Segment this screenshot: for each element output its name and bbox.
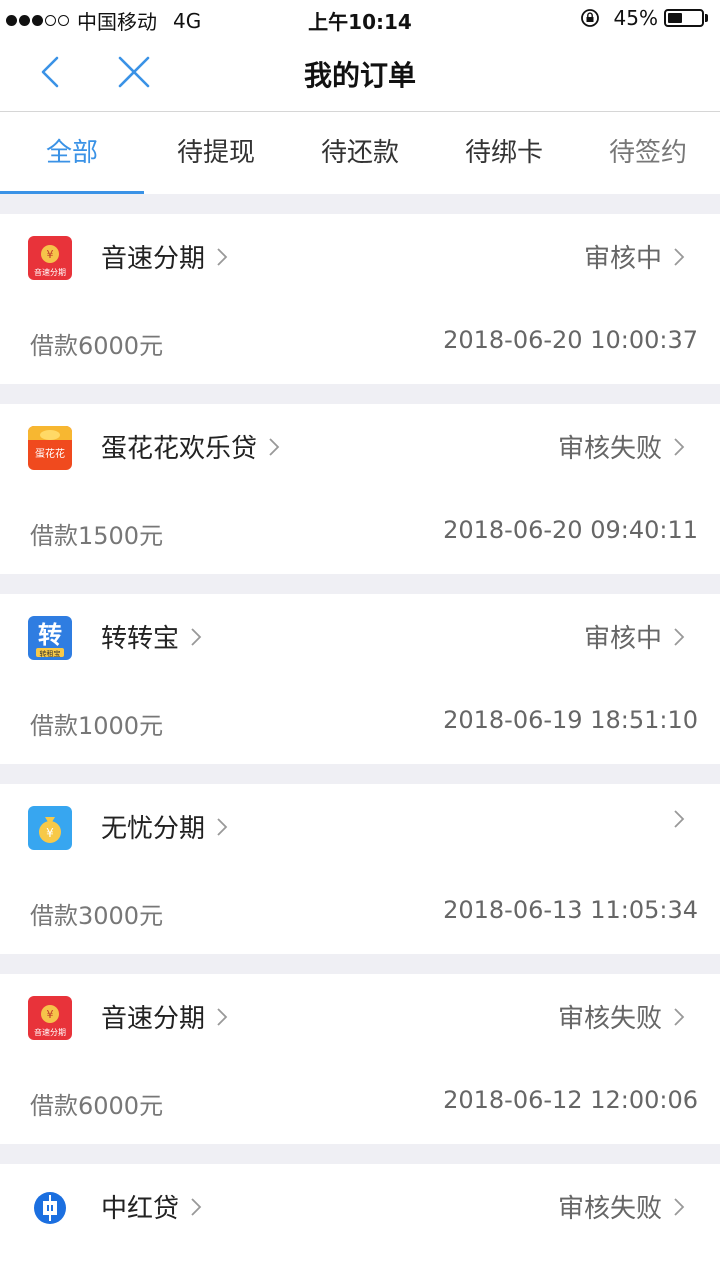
- svg-text:音速分期: 音速分期: [34, 1027, 66, 1037]
- order-date: 2018-06-20 09:40:11: [443, 516, 698, 544]
- order-status-link[interactable]: 审核中: [584, 238, 690, 275]
- zhonghongdai-logo-icon: [28, 1186, 72, 1230]
- page-title: 我的订单: [303, 59, 416, 92]
- yinsu-logo-icon: ¥ 音速分期: [28, 996, 72, 1040]
- chevron-right-icon: [674, 247, 685, 266]
- order-date: 2018-06-19 18:51:10: [443, 706, 698, 734]
- chevron-right-icon: [217, 817, 228, 836]
- tab-pending-repayment[interactable]: 待还款: [288, 112, 432, 194]
- loan-amount: 借款6000元: [30, 1092, 164, 1120]
- order-card[interactable]: 蛋花花 蛋花花欢乐贷 审核失败 借款1500元 2018-06-20 09:40…: [0, 404, 720, 574]
- tab-pending-withdrawal[interactable]: 待提现: [144, 112, 288, 194]
- svg-text:蛋花花: 蛋花花: [35, 447, 65, 460]
- svg-text:转: 转: [38, 621, 62, 649]
- chevron-right-icon: [217, 1007, 228, 1026]
- chevron-right-icon: [674, 1007, 685, 1026]
- order-card[interactable]: ¥ 音速分期 音速分期 审核失败 借款6000元 2018-06-12 12:0…: [0, 974, 720, 1144]
- chevron-right-icon: [191, 1197, 202, 1216]
- lender-name: 音速分期: [101, 1004, 206, 1034]
- order-card[interactable]: ¥ 音速分期 音速分期 审核中 借款6000元 2018-06-20 10:00…: [0, 214, 720, 384]
- order-status-link[interactable]: [662, 808, 690, 830]
- lender-name-link[interactable]: 蛋花花欢乐贷: [101, 428, 285, 465]
- order-date: 2018-06-20 10:00:37: [443, 326, 698, 354]
- battery-icon: [664, 9, 704, 27]
- lender-name: 转转宝: [101, 624, 180, 654]
- chevron-right-icon: [674, 1197, 685, 1216]
- tab-active-indicator: [0, 191, 144, 194]
- chevron-right-icon: [674, 810, 685, 828]
- orientation-lock-icon: [580, 9, 599, 27]
- svg-text:¥: ¥: [47, 248, 54, 261]
- lender-name-link[interactable]: 无忧分期: [101, 808, 233, 845]
- lender-name: 蛋花花欢乐贷: [101, 434, 258, 464]
- order-status: 审核中: [583, 244, 662, 274]
- tab-label: 待绑卡: [464, 138, 543, 168]
- order-card[interactable]: 转 转租宝 转转宝 审核中 借款1000元 2018-06-19 18:51:1…: [0, 594, 720, 764]
- yinsu-logo-icon: ¥ 音速分期: [28, 236, 72, 280]
- tab-pending-signing[interactable]: 待签约: [576, 112, 720, 194]
- lender-name: 无忧分期: [101, 814, 206, 844]
- order-date: 2018-06-13 11:05:34: [443, 896, 698, 924]
- lender-name-link[interactable]: 音速分期: [101, 998, 233, 1035]
- tab-label: 待提现: [176, 138, 255, 168]
- lender-name-link[interactable]: 音速分期: [101, 238, 233, 275]
- zhuanzhuanbao-logo-icon: 转 转租宝: [28, 616, 72, 660]
- svg-text:¥: ¥: [46, 826, 54, 840]
- order-card[interactable]: 中红贷 审核失败: [0, 1164, 720, 1280]
- order-status: 审核中: [583, 624, 662, 654]
- nav-bar: 我的订单: [0, 36, 720, 112]
- order-status-link[interactable]: 审核失败: [558, 1188, 690, 1225]
- tab-pending-card-binding[interactable]: 待绑卡: [432, 112, 576, 194]
- loan-amount: 借款1500元: [30, 522, 164, 550]
- svg-text:转租宝: 转租宝: [40, 649, 61, 658]
- chevron-right-icon: [674, 437, 685, 456]
- chevron-right-icon: [269, 437, 280, 456]
- loan-amount: 借款1000元: [30, 712, 164, 740]
- lender-name: 中红贷: [101, 1194, 180, 1224]
- danhuahua-logo-icon: 蛋花花: [28, 426, 72, 470]
- order-status: 审核失败: [557, 1004, 662, 1034]
- chevron-right-icon: [191, 627, 202, 646]
- chevron-right-icon: [217, 247, 228, 266]
- loan-amount: 借款3000元: [30, 902, 164, 930]
- order-filter-tabs: 全部 待提现 待还款 待绑卡 待签约: [0, 112, 720, 194]
- order-status-link[interactable]: 审核失败: [558, 998, 690, 1035]
- svg-text:音速分期: 音速分期: [34, 267, 66, 277]
- tab-label: 待还款: [320, 138, 399, 168]
- tab-all[interactable]: 全部: [0, 112, 144, 194]
- wuyou-money-bag-icon: ¥: [28, 806, 72, 850]
- order-status-link[interactable]: 审核失败: [558, 428, 690, 465]
- order-status: 审核失败: [557, 434, 662, 464]
- chevron-right-icon: [674, 627, 685, 646]
- lender-name: 音速分期: [101, 244, 206, 274]
- order-status-link[interactable]: 审核中: [584, 618, 690, 655]
- tab-label: 全部: [45, 138, 98, 168]
- svg-text:¥: ¥: [47, 1008, 54, 1021]
- status-bar: 中国移动 4G 上午10:14 45%: [0, 0, 720, 36]
- battery-percent: 45%: [613, 6, 658, 30]
- order-status: 审核失败: [557, 1194, 662, 1224]
- order-card[interactable]: ¥ 无忧分期 借款3000元 2018-06-13 11:05:34: [0, 784, 720, 954]
- lender-name-link[interactable]: 转转宝: [101, 618, 207, 655]
- order-date: 2018-06-12 12:00:06: [443, 1086, 698, 1114]
- loan-amount: 借款6000元: [30, 332, 164, 360]
- tab-label: 待签约: [608, 138, 687, 168]
- lender-name-link[interactable]: 中红贷: [101, 1188, 207, 1225]
